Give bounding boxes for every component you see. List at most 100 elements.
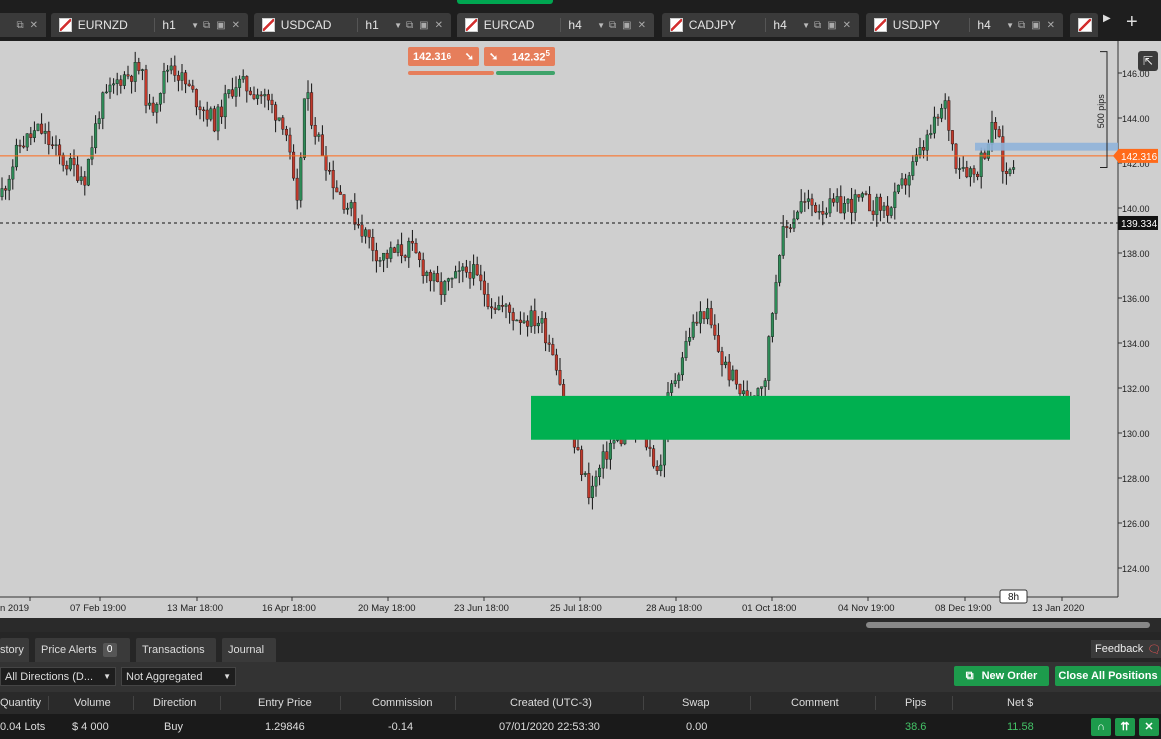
- col-quantity[interactable]: Quantity: [0, 692, 48, 714]
- close-icon[interactable]: ✕: [638, 20, 646, 31]
- col-pips[interactable]: Pips: [905, 692, 926, 714]
- tab-usdjpy[interactable]: USDJPY h4 ▼ ⧉ ▣ ✕: [866, 13, 1063, 37]
- buy-button[interactable]: ➘ 142.325: [484, 47, 555, 66]
- col-net[interactable]: Net $: [1007, 692, 1033, 714]
- chart-tab-bar: ⧉ ✕ EURNZD h1 ▼ ⧉ ▣ ✕ USDCAD h1 ▼ ⧉ ▣ ✕ EURC…: [0, 0, 1161, 41]
- close-icon[interactable]: ✕: [435, 20, 443, 31]
- tab-transactions[interactable]: Transactions: [136, 638, 216, 662]
- candle-body: [605, 451, 609, 460]
- tab-partial[interactable]: ⧉ ✕: [0, 13, 46, 37]
- candle-body: [590, 485, 594, 499]
- x-tick-label: 07 Feb 19:00: [70, 603, 126, 614]
- col-entry-price[interactable]: Entry Price: [258, 692, 312, 714]
- timeframe-label[interactable]: h1: [162, 18, 191, 32]
- candle-body: [443, 281, 447, 296]
- chevron-down-icon[interactable]: ▼: [1006, 21, 1014, 30]
- candle-body: [68, 158, 72, 170]
- popout-icon[interactable]: ⧉: [609, 20, 616, 31]
- close-icon[interactable]: ✕: [843, 20, 851, 31]
- chevron-down-icon[interactable]: ▼: [191, 21, 199, 30]
- chevron-down-icon[interactable]: ▼: [802, 21, 810, 30]
- col-volume[interactable]: Volume: [74, 692, 111, 714]
- candle-body: [522, 320, 526, 323]
- candle-body: [302, 98, 306, 158]
- sell-button[interactable]: 142.31 6 ➘: [408, 47, 479, 66]
- feedback-button[interactable]: Feedback 🗨: [1091, 640, 1161, 658]
- tab-usdcad[interactable]: USDCAD h1 ▼ ⧉ ▣ ✕: [254, 13, 451, 37]
- window-icon[interactable]: ▣: [216, 20, 225, 31]
- tab-eurcad[interactable]: EURCAD h4 ▼ ⧉ ▣ ✕: [457, 13, 654, 37]
- candle-body: [587, 473, 591, 499]
- candle-body: [756, 388, 760, 397]
- candle-body: [50, 144, 54, 146]
- col-commission[interactable]: Commission: [372, 692, 433, 714]
- close-icon[interactable]: ✕: [1047, 20, 1055, 31]
- candle-body: [936, 116, 940, 119]
- chevron-down-icon[interactable]: ▼: [597, 21, 605, 30]
- close-icon[interactable]: ✕: [232, 20, 240, 31]
- tab-journal[interactable]: Journal: [222, 638, 276, 662]
- candle-body: [968, 168, 972, 178]
- reverse-position-icon[interactable]: ∩: [1091, 718, 1111, 736]
- tab-history[interactable]: story: [0, 638, 29, 662]
- tab-cadjpy[interactable]: CADJPY h4 ▼ ⧉ ▣ ✕: [662, 13, 859, 37]
- cell-commission: -0.14: [388, 720, 414, 733]
- window-icon[interactable]: ▣: [827, 20, 836, 31]
- chevron-down-icon[interactable]: ▼: [394, 21, 402, 30]
- col-created[interactable]: Created (UTC-3): [510, 692, 592, 714]
- candle-body: [169, 65, 173, 71]
- y-tick-label: 134.00: [1122, 339, 1150, 349]
- tab-eurnzd[interactable]: EURNZD h1 ▼ ⧉ ▣ ✕: [51, 13, 248, 37]
- candle-body: [101, 92, 105, 119]
- timeframe-label[interactable]: h4: [773, 18, 802, 32]
- candle-body: [918, 147, 922, 156]
- timeframe-label[interactable]: h4: [568, 18, 597, 32]
- scrollbar-thumb[interactable]: [866, 622, 1150, 628]
- scroll-right-icon[interactable]: ▶: [1103, 13, 1111, 24]
- tab-partial-right[interactable]: [1070, 13, 1098, 37]
- candle-body: [493, 307, 497, 310]
- col-comment[interactable]: Comment: [791, 692, 839, 714]
- window-icon[interactable]: ▣: [1031, 20, 1040, 31]
- candle-body: [364, 229, 368, 237]
- double-position-icon[interactable]: ⇈: [1115, 718, 1135, 736]
- candle-body: [22, 145, 26, 148]
- x-tick-label: 25 Jul 18:00: [550, 603, 602, 614]
- candle-body: [796, 211, 800, 220]
- candle-body: [673, 380, 677, 384]
- price-chart[interactable]: 500 pips 146.00 144.00 142.00 140.00 138.00 13…: [0, 41, 1161, 630]
- col-swap[interactable]: Swap: [682, 692, 710, 714]
- timeframe-label[interactable]: h1: [365, 18, 394, 32]
- popout-icon[interactable]: ⧉: [16, 20, 23, 31]
- feedback-label: Feedback: [1095, 643, 1144, 655]
- direction-filter[interactable]: All Directions (D... ▼: [0, 667, 116, 686]
- new-order-button[interactable]: ⧉ New Order: [954, 666, 1049, 686]
- candle-body: [385, 252, 389, 259]
- col-direction[interactable]: Direction: [153, 692, 196, 714]
- table-row[interactable]: 0.04 Lots $ 4 000 Buy 1.29846 -0.14 07/0…: [0, 714, 1161, 739]
- close-position-icon[interactable]: ✕: [1139, 718, 1159, 736]
- timeframe-label[interactable]: h4: [977, 18, 1006, 32]
- window-icon[interactable]: ▣: [622, 20, 631, 31]
- candle-body: [464, 266, 468, 273]
- chart-scrollbar[interactable]: [0, 618, 1161, 632]
- candle-body: [925, 134, 929, 151]
- close-icon[interactable]: ✕: [30, 20, 38, 31]
- popout-icon[interactable]: ⧉: [203, 20, 210, 31]
- close-all-positions-button[interactable]: Close All Positions: [1055, 666, 1161, 686]
- aggregation-filter[interactable]: Not Aggregated ▼: [121, 667, 236, 686]
- candle-body: [382, 252, 386, 261]
- window-icon[interactable]: ▣: [419, 20, 428, 31]
- popout-icon[interactable]: ⧉: [814, 20, 821, 31]
- popout-icon[interactable]: ⧉: [1018, 20, 1025, 31]
- popout-chart-icon[interactable]: ⇱: [1138, 51, 1158, 71]
- candle-body: [860, 193, 864, 198]
- tab-price-alerts[interactable]: Price Alerts 0: [35, 638, 130, 662]
- candle-body: [119, 79, 123, 86]
- candle-body: [320, 134, 324, 156]
- add-tab-icon[interactable]: +: [1126, 10, 1138, 34]
- candle-body: [72, 158, 76, 166]
- candle-body: [389, 247, 393, 259]
- popout-icon[interactable]: ⧉: [406, 20, 413, 31]
- chart-canvas[interactable]: 500 pips146.00144.00142.00140.00138.0013…: [0, 41, 1161, 618]
